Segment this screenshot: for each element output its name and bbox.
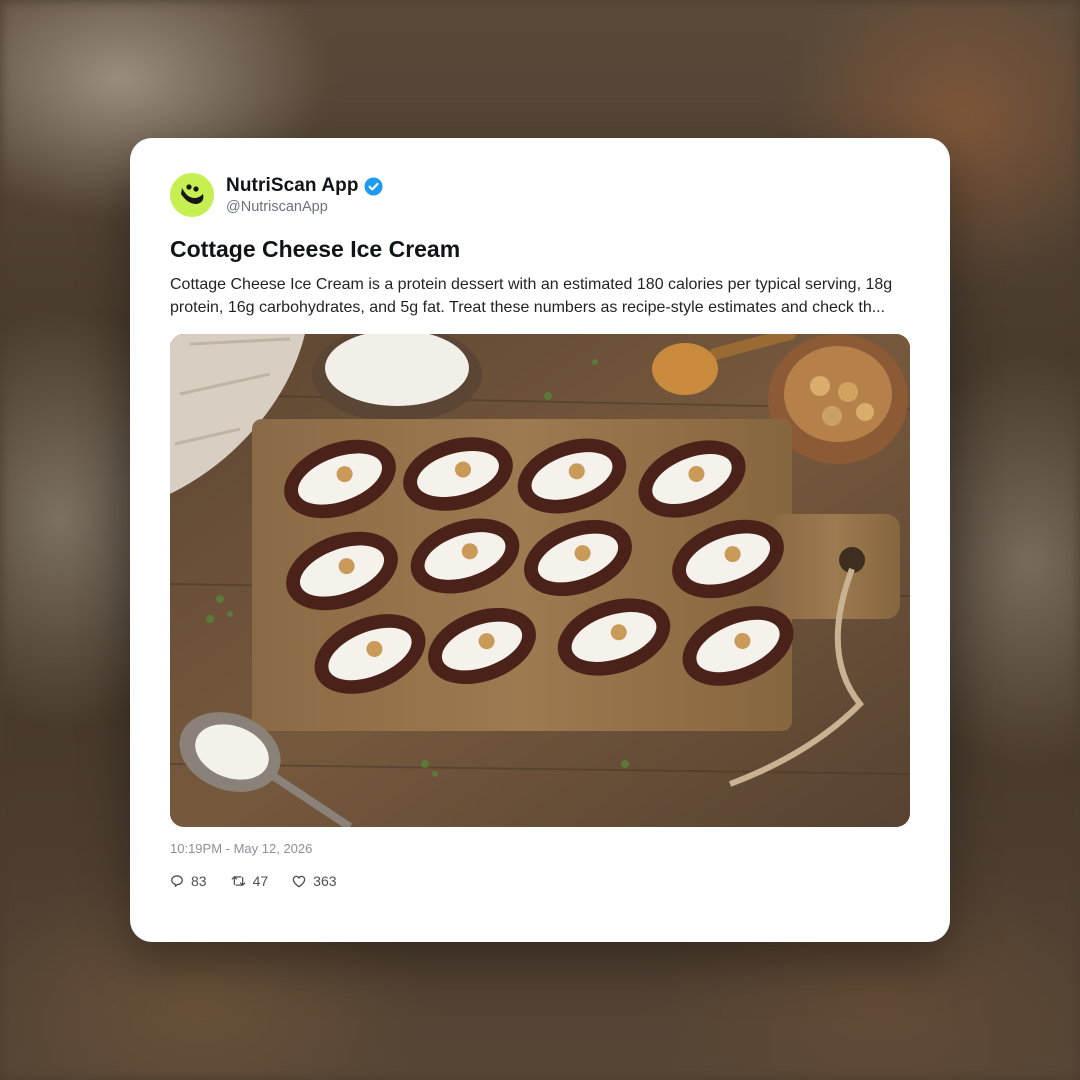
avatar[interactable] bbox=[170, 173, 214, 217]
reply-count: 83 bbox=[191, 873, 207, 889]
nutriscan-logo-icon bbox=[181, 184, 204, 204]
retweet-button[interactable]: 47 bbox=[231, 873, 269, 889]
like-count: 363 bbox=[313, 873, 337, 889]
post-body: Cottage Cheese Ice Cream is a protein de… bbox=[170, 276, 893, 316]
post-title: Cottage Cheese Ice Cream bbox=[170, 236, 461, 262]
reply-button[interactable]: 83 bbox=[170, 873, 207, 889]
post-timestamp[interactable]: 10:19PM - May 12, 2026 bbox=[170, 841, 910, 856]
reply-icon bbox=[171, 875, 183, 887]
heart-icon bbox=[292, 875, 306, 887]
post-card: NutriScan App @NutriscanApp Cottage Chee… bbox=[130, 138, 950, 942]
food-photo-icon bbox=[170, 334, 910, 827]
verified-badge-icon bbox=[364, 176, 383, 196]
author-handle[interactable]: @NutriscanApp bbox=[226, 199, 383, 215]
post-header: NutriScan App @NutriscanApp bbox=[170, 172, 910, 218]
like-button[interactable]: 363 bbox=[292, 873, 337, 889]
author-name[interactable]: NutriScan App bbox=[226, 175, 359, 197]
retweet-count: 47 bbox=[252, 873, 269, 889]
author-block: NutriScan App @NutriscanApp bbox=[226, 175, 383, 215]
post-image[interactable] bbox=[170, 334, 910, 827]
post-actions: 83 47 363 bbox=[170, 873, 910, 889]
retweet-icon bbox=[231, 876, 245, 886]
